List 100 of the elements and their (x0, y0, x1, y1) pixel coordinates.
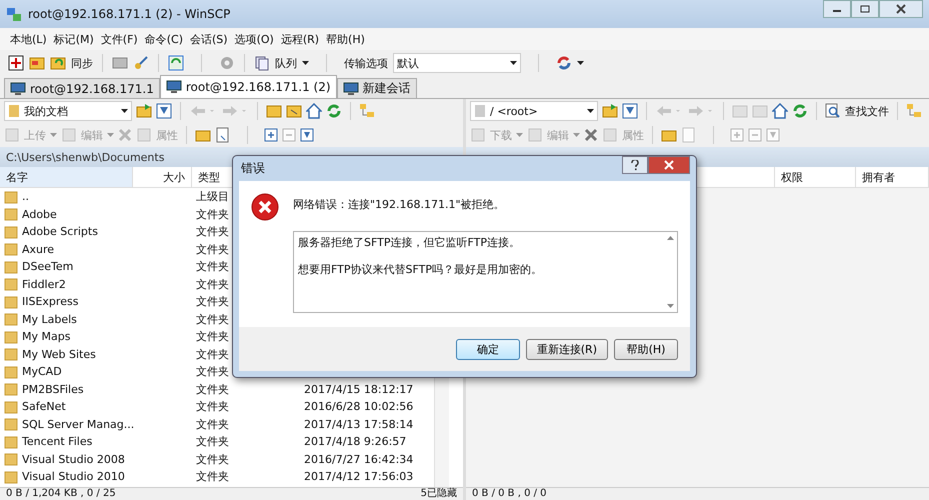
session-tab[interactable]: root@192.168.171.1 (4, 78, 160, 98)
plus-icon[interactable] (264, 128, 278, 142)
refresh-icon[interactable] (792, 103, 808, 119)
help-button[interactable] (622, 156, 648, 174)
transfer-options-label: 传输选项 (344, 56, 388, 70)
open-folder-icon[interactable] (136, 103, 152, 119)
file-type: 文件夹 (196, 469, 229, 484)
file-name[interactable]: SafeNet (22, 400, 66, 414)
file-type: 文件夹 (196, 452, 229, 467)
search-icon[interactable] (825, 103, 841, 119)
folder-sync-icon[interactable] (50, 55, 66, 71)
caret-icon[interactable] (577, 61, 584, 65)
filter-icon[interactable] (622, 103, 638, 119)
file-type: 文件夹 (196, 416, 229, 432)
delete-icon[interactable] (118, 128, 132, 142)
file-type: 文件夹 (196, 312, 229, 327)
menu-item[interactable]: 帮助(H) (326, 32, 365, 46)
close-icon (896, 4, 906, 14)
file-name[interactable]: IISExpress (22, 295, 78, 308)
scroll-up-icon[interactable] (667, 236, 674, 240)
file-name[interactable]: .. (22, 190, 29, 204)
folders-icon[interactable] (29, 55, 45, 71)
maximize-button[interactable] (851, 0, 879, 18)
home-icon[interactable] (306, 103, 322, 119)
monitor-icon (10, 82, 26, 96)
caret-icon (587, 109, 594, 113)
column-header[interactable]: 拥有者 (856, 167, 929, 187)
close-button[interactable] (879, 0, 923, 18)
close-button[interactable] (648, 156, 690, 174)
tree-icon[interactable] (359, 103, 375, 119)
file-name[interactable]: Axure (22, 242, 54, 256)
folder-icon (4, 470, 18, 484)
file-name[interactable]: SQL Server Manag... (22, 418, 134, 431)
folder-icon (4, 312, 18, 326)
tree-icon[interactable] (906, 103, 922, 119)
settings-icon[interactable] (219, 55, 235, 71)
details-text: 想要用FTP协议来代替SFTP吗？最好是用加密的。 (298, 262, 543, 277)
file-type: 上级目 (196, 189, 229, 204)
file-type: 文件夹 (196, 364, 229, 380)
queue-icon[interactable] (254, 55, 270, 71)
minus-icon[interactable] (748, 128, 762, 142)
console-icon[interactable] (112, 55, 128, 71)
dialog-button[interactable]: 确定 (456, 338, 520, 360)
find-files-button[interactable]: 查找文件 (845, 104, 889, 118)
file-type: 文件夹 (196, 294, 229, 310)
column-header[interactable]: 名字 (0, 167, 133, 187)
caret-icon (121, 109, 128, 113)
file-name[interactable]: Visual Studio 2010 (22, 470, 125, 484)
file-name[interactable]: PM2BSFiles (22, 382, 84, 396)
file-name[interactable]: My Labels (22, 312, 77, 326)
column-header[interactable]: 权限 (775, 167, 856, 187)
monitor-icon (166, 80, 182, 94)
app-icon (6, 6, 22, 22)
filter-icon[interactable] (156, 103, 172, 119)
path-dropdown[interactable]: / <root> (470, 101, 598, 121)
file-name[interactable]: Adobe Scripts (22, 225, 98, 238)
sync-arrows-icon[interactable] (556, 55, 572, 71)
menu-item[interactable]: 文件(F) (100, 32, 138, 46)
queue-label[interactable]: 队列 (275, 56, 297, 70)
status-text: 0 B / 1,204 KB , 0 / 25 (6, 488, 116, 500)
sync-label[interactable]: 同步 (71, 56, 93, 70)
open-folder-icon[interactable] (602, 103, 618, 119)
refresh-icon[interactable] (326, 103, 342, 119)
dialog-title: 错误 (241, 160, 265, 177)
file-name[interactable]: DSeeTem (22, 260, 74, 274)
menu-item[interactable]: 远程(R) (280, 32, 320, 46)
file-name[interactable]: Visual Studio 2008 (22, 452, 125, 466)
file-type: 文件夹 (196, 329, 229, 344)
menu-item[interactable]: 命令(C) (144, 32, 183, 46)
maximize-icon (860, 5, 870, 13)
minimize-button[interactable] (823, 0, 851, 18)
menu-item[interactable]: 会话(S) (190, 32, 228, 46)
scroll-down-icon[interactable] (667, 304, 674, 308)
file-name[interactable]: Fiddler2 (22, 278, 66, 291)
session-tab[interactable]: root@192.168.171.1 (2) (160, 75, 337, 98)
key-icon[interactable] (133, 55, 149, 71)
refresh-icon[interactable] (168, 55, 184, 71)
folder-icon (4, 277, 18, 292)
caret-icon (510, 61, 517, 65)
session-tab[interactable]: 新建会话 (336, 78, 417, 98)
monitor-icon (342, 82, 359, 96)
filter-icon[interactable] (300, 128, 314, 142)
file-name[interactable]: Adobe (22, 208, 57, 221)
compare-icon[interactable] (8, 55, 24, 71)
dialog-button[interactable]: 重新连接(R) (526, 338, 608, 360)
menu-item[interactable]: 选项(O) (234, 32, 274, 46)
transfer-options-dropdown[interactable]: 默认 (393, 53, 521, 73)
file-name[interactable]: My Maps (22, 330, 70, 344)
error-message: 网络错误：连接"192.168.171.1"被拒绝。 (293, 197, 505, 212)
menu-item[interactable]: 标记(M) (54, 32, 94, 46)
home-icon[interactable] (772, 103, 788, 119)
column-header[interactable]: 大小 (133, 167, 192, 187)
path-dropdown[interactable]: 我的文档 (4, 101, 132, 121)
delete-icon[interactable] (584, 128, 598, 142)
file-name[interactable]: My Web Sites (22, 348, 96, 361)
file-name[interactable]: Tencent Files (22, 435, 92, 448)
file-name[interactable]: MyCAD (22, 365, 62, 378)
dialog-button[interactable]: 帮助(H) (614, 338, 678, 360)
menu-item[interactable]: 本地(L) (10, 32, 47, 46)
caret-icon[interactable] (302, 61, 309, 65)
